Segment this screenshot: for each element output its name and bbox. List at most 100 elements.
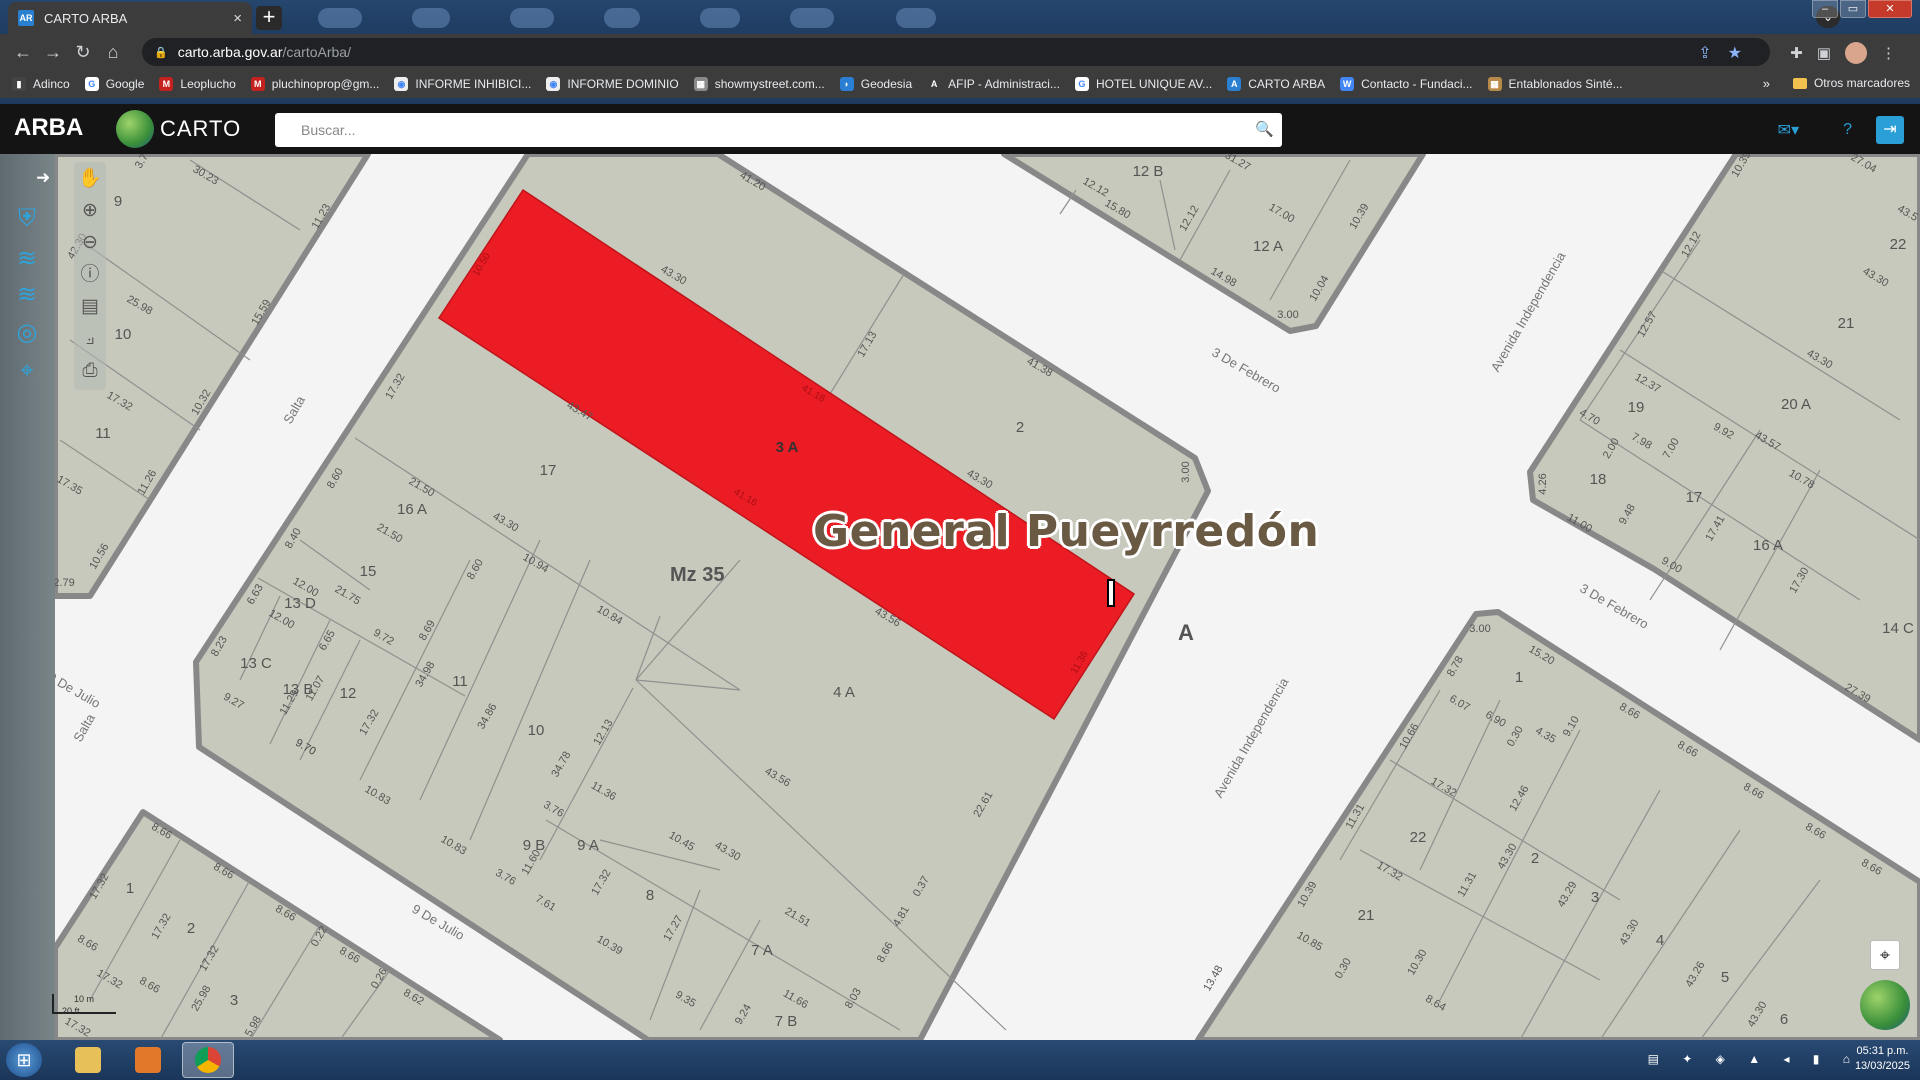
binoculars-icon[interactable]: ⛨ (12, 204, 42, 234)
back-arrow-icon[interactable]: ← (8, 42, 38, 63)
bookmark-item[interactable]: M Leoplucho (159, 77, 236, 91)
bookmark-item[interactable]: ◉ INFORME DOMINIO (546, 77, 679, 91)
lot-number-label: 18 (1590, 471, 1607, 488)
bookmark-label: Contacto - Fundaci... (1361, 77, 1473, 91)
lot-number-label: 2 (187, 920, 195, 937)
carto-logo[interactable]: CARTO (116, 110, 241, 148)
other-bookmarks[interactable]: Otros marcadores (1792, 76, 1910, 90)
left-sidebar: ➜ ⛨ ≋ ≋ ◎ ⌖ (0, 154, 55, 1040)
taskbar-media-player[interactable] (122, 1042, 174, 1078)
tab-carto-arba[interactable]: AR CARTO ARBA × (8, 2, 252, 34)
arba-favicon-icon: AR (18, 10, 34, 26)
bookmark-item[interactable]: ▦ Entablonados Sinté... (1487, 77, 1623, 91)
bookmark-item[interactable]: G HOTEL UNIQUE AV... (1074, 77, 1213, 91)
carto-corner-logo (1860, 980, 1910, 1030)
side-panel-icon[interactable]: ▣ (1817, 44, 1845, 62)
lot-number-label: 11 (452, 673, 468, 690)
print-icon[interactable]: ⎙ (77, 358, 103, 384)
clipboard-icon[interactable]: ▤ (77, 294, 103, 320)
lot-number-label: 17 (1686, 489, 1703, 506)
bookmark-item[interactable]: ▮ Adinco (12, 77, 70, 91)
header-actions: ✉▾ ? ⇥ (1778, 116, 1904, 144)
street-name-label: Avenida Independencia (1488, 249, 1569, 375)
mail-dropdown-icon[interactable]: ✉▾ (1778, 120, 1799, 140)
tab-close-icon[interactable]: × (233, 10, 242, 27)
lot-number-label: 16 A (1753, 537, 1783, 554)
bookmark-item[interactable]: ▦ showmystreet.com... (693, 77, 825, 91)
search-input[interactable]: Buscar... 🔍 (275, 113, 1282, 147)
bookmark-favicon-icon: ◉ (394, 77, 409, 91)
background-window-thumb (700, 8, 740, 28)
measure-icon[interactable]: ⟓ (77, 326, 103, 352)
pan-hand-icon[interactable]: ✋ (77, 166, 103, 192)
lot-number-label: 20 A (1781, 396, 1811, 413)
layers-icon[interactable]: ≋ (12, 244, 42, 274)
background-window-thumb (896, 8, 936, 28)
search-icon[interactable]: 🔍 (1255, 120, 1274, 138)
clock[interactable]: 05:31 p.m. 13/03/2025 (1855, 1044, 1910, 1074)
bookmark-favicon-icon: A (927, 77, 942, 91)
browser-actions: ✚ ▣ ⋮ (1790, 42, 1910, 64)
close-window-button[interactable]: ✕ (1868, 0, 1912, 18)
lot-number-label: 1 (126, 880, 134, 897)
dimension-label: 4.26 (1537, 473, 1549, 494)
lot-number-label: 21 (1838, 315, 1855, 332)
bookmark-favicon-icon: A (1227, 77, 1242, 91)
bookmark-label: pluchinoprop@gm... (271, 77, 380, 91)
chrome-icon (195, 1047, 221, 1073)
locate-me-button[interactable]: ⌖ (1870, 940, 1900, 970)
home-icon[interactable]: ⌂ (98, 42, 128, 63)
maximize-button[interactable]: ▭ (1840, 0, 1866, 18)
fingerprint-icon[interactable]: ◎ (12, 318, 42, 348)
zone-label: A (1178, 620, 1194, 645)
extensions-puzzle-icon[interactable]: ✚ (1790, 44, 1817, 62)
dimension-label: 3.00 (1277, 309, 1298, 321)
bookmarks-overflow-button[interactable]: » (1763, 76, 1770, 91)
scale-meters: 10 m (74, 994, 95, 1004)
lot-number-label: 16 A (397, 501, 427, 518)
bookmark-label: showmystreet.com... (714, 77, 825, 91)
map-canvas[interactable]: 3 A 2 17 16 A 15 13 D 13 C 13 B 12 11 10 9 B9 A87 A… (0, 154, 1920, 1040)
location-person-icon[interactable]: ⌖ (12, 356, 42, 386)
bookmark-favicon-icon: G (1074, 77, 1089, 91)
forward-arrow-icon[interactable]: → (38, 42, 68, 63)
dimension-label: 3.00 (1180, 461, 1192, 482)
zoom-in-icon[interactable]: ⊕ (77, 198, 103, 224)
bookmark-label: HOTEL UNIQUE AV... (1095, 77, 1213, 91)
info-icon[interactable]: ⓘ (77, 262, 103, 288)
layers-ide-icon[interactable]: ≋ (12, 280, 42, 310)
new-tab-button[interactable]: + (256, 6, 282, 30)
bookmark-item[interactable]: Mpluchinoprop@gm... (250, 77, 380, 91)
taskbar-explorer[interactable] (62, 1042, 114, 1078)
lot-number-label: 4 (1656, 932, 1664, 949)
reload-icon[interactable]: ↻ (68, 42, 98, 63)
bookmark-item[interactable]: A AFIP - Administraci... (927, 77, 1060, 91)
taskbar-chrome[interactable] (182, 1042, 234, 1078)
profile-avatar[interactable] (1845, 42, 1867, 64)
url-host: carto.arba.gov.ar (177, 44, 283, 60)
help-icon[interactable]: ? (1843, 121, 1852, 139)
bookmark-item[interactable]: W Contacto - Fundaci... (1340, 77, 1473, 91)
zoom-out-icon[interactable]: ⊖ (77, 230, 103, 256)
expand-arrow-icon[interactable]: ➜ (36, 168, 50, 188)
address-bar[interactable]: 🔒 carto.arba.gov.ar /cartoArba/ ⇪★ (142, 38, 1770, 66)
bookmark-item[interactable]: G Google (84, 77, 144, 91)
bookmark-item[interactable]: ◉ INFORME INHIBICI... (394, 77, 531, 91)
system-tray[interactable]: ▤ ✦ ◈ ▲ ◂ ▮ ⌂ (1648, 1052, 1860, 1066)
bookmark-favicon-icon: ◉ (546, 77, 561, 91)
bookmark-item[interactable]: ◗ Geodesia (839, 77, 912, 91)
login-icon[interactable]: ⇥ (1876, 116, 1904, 144)
minimize-button[interactable]: – (1812, 0, 1838, 18)
bookmark-favicon-icon: ▦ (693, 77, 708, 91)
carto-wordmark: CARTO (160, 116, 242, 141)
lot-number-label: 2 (1531, 850, 1539, 867)
block-right (1527, 154, 1920, 743)
browser-menu-icon[interactable]: ⋮ (1881, 44, 1910, 62)
street-name-label: 3 De Febrero (1209, 344, 1283, 395)
map-tools: ✋ ⊕ ⊖ ⓘ ▤ ⟓ ⎙ (74, 162, 106, 390)
arba-logo[interactable]: ARBA (14, 114, 83, 142)
other-bookmarks-label: Otros marcadores (1813, 76, 1910, 90)
bookmark-star-icon[interactable]: ⇪★ (1698, 43, 1758, 63)
bookmark-item[interactable]: A CARTO ARBA (1227, 77, 1325, 91)
start-button[interactable]: ⊞ (6, 1043, 42, 1077)
